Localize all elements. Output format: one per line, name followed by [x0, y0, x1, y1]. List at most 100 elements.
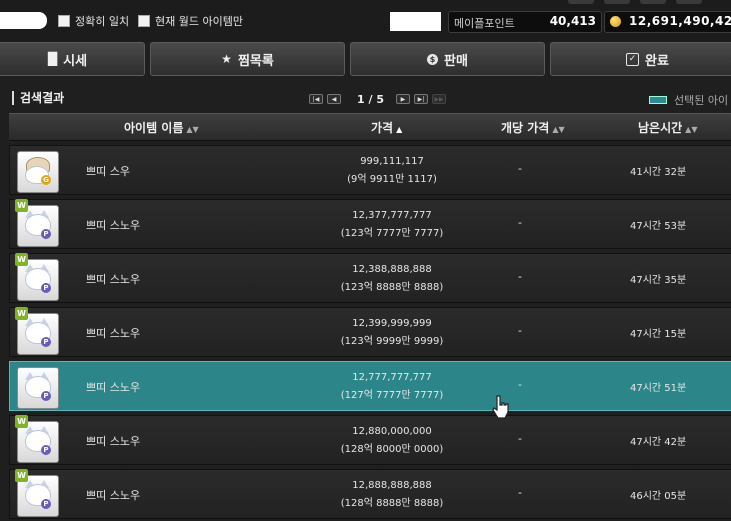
table-header: 아이템 이름 ▲▼ 가격 ▲ 개당 가격 ▲▼ 남은시간 ▲▼: [9, 113, 731, 141]
pet-badge-icon: P: [41, 445, 51, 455]
tab-wishlist[interactable]: ★ 찜목록: [150, 42, 345, 76]
tab-completed[interactable]: ✓ 완료: [550, 42, 731, 76]
top-mini-button[interactable]: [676, 0, 702, 4]
coin-icon: $: [427, 53, 439, 65]
col-name-label: 아이템 이름: [124, 121, 184, 135]
item-icon: G: [17, 151, 59, 193]
item-price-detail: (128억 8888만 8888): [340, 498, 444, 509]
checkbox-box[interactable]: [138, 15, 150, 27]
current-world-checkbox[interactable]: 현재 월드 아이템만: [138, 13, 243, 29]
item-price-detail: (123억 7777만 7777): [340, 228, 444, 239]
col-remaining-label: 남은시간: [638, 121, 683, 135]
item-price: 12,377,777,777: [352, 210, 432, 221]
item-price: 12,880,000,000: [352, 426, 432, 437]
prev-page-icon[interactable]: ◀: [327, 94, 341, 104]
tab-market-price[interactable]: █ 시세: [0, 42, 145, 76]
remaining-time: 46시간 05분: [630, 491, 687, 502]
remaining-time: 47시간 53분: [630, 221, 687, 232]
item-price-detail: (123억 9999만 9999): [340, 336, 444, 347]
item-price: 12,399,999,999: [352, 318, 432, 329]
star-icon: ★: [221, 52, 232, 66]
item-name: 쁘띠 스노우: [86, 327, 141, 340]
tab-label: 판매: [444, 53, 468, 69]
item-price-detail: (128억 8000만 0000): [340, 444, 444, 455]
maple-points-value: 40,413: [549, 14, 596, 28]
table-row[interactable]: P W 쁘띠 스노우 12,377,777,777 (123억 7777만 77…: [9, 199, 731, 249]
unit-price: -: [518, 324, 522, 337]
search-input[interactable]: [0, 12, 47, 29]
pet-badge-icon: P: [41, 337, 51, 347]
col-unit-label: 개당 가격: [501, 121, 550, 135]
meso-box: 12,691,490,42: [604, 11, 731, 33]
exact-match-label: 정확히 일치: [75, 15, 130, 28]
col-unit-price-header[interactable]: 개당 가격 ▲▼: [501, 119, 565, 136]
gold-badge-icon: G: [41, 175, 51, 185]
top-mini-button[interactable]: [640, 0, 666, 4]
w-badge-icon: W: [15, 199, 28, 212]
pet-badge-icon: P: [41, 499, 51, 509]
table-row[interactable]: G 쁘띠 스우 999,111,117 (9억 9911만 1117) - 41…: [9, 145, 731, 195]
pet-badge-icon: P: [41, 391, 51, 401]
item-name: 쁘띠 스노우: [86, 381, 141, 394]
col-price-header[interactable]: 가격 ▲: [371, 119, 402, 136]
next-group-icon[interactable]: ▶|: [413, 94, 428, 104]
item-name: 쁘띠 스노우: [86, 489, 141, 502]
tab-label: 시세: [63, 53, 88, 69]
w-badge-icon: W: [15, 253, 28, 266]
selected-legend: 선택된 아이: [649, 92, 728, 108]
table-row[interactable]: P W 쁘띠 스노우 12,888,888,888 (128억 8888만 88…: [9, 469, 731, 519]
pagination: |◀ ◀ 1 / 5 ▶ ▶| ▶▶: [309, 92, 450, 106]
page-indicator: 1 / 5: [357, 92, 384, 106]
w-badge-icon: W: [15, 307, 28, 320]
selected-swatch: [649, 96, 667, 104]
meso-value: 12,691,490,42: [629, 14, 731, 28]
unit-price: -: [518, 486, 522, 499]
results-title: 검색결과: [12, 91, 64, 105]
item-name: 쁘띠 스우: [86, 165, 130, 178]
top-mini-button[interactable]: [604, 0, 630, 4]
selected-legend-label: 선택된 아이: [674, 94, 729, 107]
masked-user-box: [390, 12, 441, 31]
item-price-detail: (123억 8888만 8888): [340, 282, 444, 293]
unit-price: -: [518, 432, 522, 445]
col-price-label: 가격: [371, 121, 394, 135]
chart-icon: █: [47, 52, 58, 66]
top-mini-button[interactable]: [568, 0, 594, 4]
col-name-header[interactable]: 아이템 이름 ▲▼: [124, 119, 199, 136]
next-page-icon[interactable]: ▶: [395, 94, 410, 104]
unit-price: -: [518, 378, 522, 391]
pet-badge-icon: P: [41, 229, 51, 239]
item-price: 12,388,888,888: [352, 264, 432, 275]
table-row[interactable]: P W 쁘띠 스노우 12,399,999,999 (123억 9999만 99…: [9, 307, 731, 357]
exact-match-checkbox[interactable]: 정확히 일치: [58, 13, 129, 29]
table-row[interactable]: P W 쁘띠 스노우 12,388,888,888 (123억 8888만 88…: [9, 253, 731, 303]
item-price: 12,888,888,888: [352, 480, 432, 491]
col-remaining-header[interactable]: 남은시간 ▲▼: [638, 119, 697, 136]
hand-cursor-icon: [492, 395, 509, 419]
tab-sell[interactable]: $ 판매: [350, 42, 545, 76]
unit-price: -: [518, 270, 522, 283]
table-row-selected[interactable]: P 쁘띠 스노우 12,777,777,777 (127억 7777만 7777…: [9, 361, 731, 411]
unit-price: -: [518, 216, 522, 229]
tab-label: 찜목록: [237, 53, 274, 69]
checkbox-box[interactable]: [58, 15, 70, 27]
remaining-time: 47시간 15분: [630, 329, 687, 340]
item-name: 쁘띠 스노우: [86, 273, 141, 286]
current-world-label: 현재 월드 아이템만: [155, 15, 243, 28]
unit-price: -: [518, 162, 522, 175]
table-row[interactable]: P W 쁘띠 스노우 12,880,000,000 (128억 8000만 00…: [9, 415, 731, 465]
sort-asc-icon: ▲: [396, 125, 403, 134]
item-name: 쁘띠 스노우: [86, 219, 141, 232]
w-badge-icon: W: [15, 415, 28, 428]
checkbox-icon: ✓: [626, 52, 640, 66]
maple-points-label: 메이플포인트: [454, 17, 515, 30]
item-price: 12,777,777,777: [352, 372, 432, 383]
meso-coin-icon: [610, 16, 621, 27]
maple-points-box: 메이플포인트 40,413: [448, 11, 602, 33]
remaining-time: 41시간 32분: [630, 167, 687, 178]
results-bar: 검색결과 |◀ ◀ 1 / 5 ▶ ▶| ▶▶ 선택된 아이: [0, 86, 731, 112]
item-name: 쁘띠 스노우: [86, 435, 141, 448]
last-page-icon[interactable]: ▶▶: [431, 94, 446, 104]
first-page-icon[interactable]: |◀: [309, 94, 323, 104]
item-price: 999,111,117: [360, 156, 424, 167]
